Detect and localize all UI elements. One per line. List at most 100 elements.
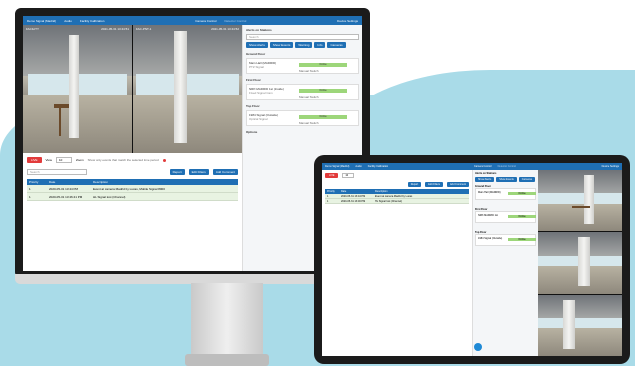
station-name: Main Hall (MADRID) bbox=[478, 191, 501, 194]
view-select[interactable]: 10 bbox=[55, 157, 72, 163]
station-card[interactable]: NRP-MADRID 1st (Inside) Fixed Signal Cam… bbox=[246, 84, 359, 100]
search-input[interactable]: Search bbox=[27, 169, 87, 175]
station-card[interactable]: Main Hall (MADRID) PTZ Signal Online Man… bbox=[246, 58, 359, 74]
events-table: Priority Date Description 1 2020-05-31 1… bbox=[27, 179, 238, 201]
topbar-item-calibration[interactable]: Facility Calibration bbox=[80, 19, 105, 23]
filter-show-events-button[interactable]: Show Events bbox=[269, 42, 294, 48]
section-options: Options bbox=[246, 130, 258, 134]
report-button[interactable]: Report bbox=[169, 169, 185, 175]
tablet-filter-row: Report Edit Filters Add Comment bbox=[322, 181, 472, 188]
tablet-topbar-site[interactable]: Demo Signal (Madrid) bbox=[325, 165, 349, 168]
view-label: View bbox=[45, 158, 52, 162]
monitor-topbar: Demo Signal (Madrid) Audio Facility Cali… bbox=[23, 16, 362, 25]
section-top-floor: Top Floor bbox=[246, 104, 260, 108]
station-card[interactable]: 1984 Signal (Outside) Online bbox=[475, 234, 536, 246]
tablet-cameras-button[interactable]: Cameras bbox=[518, 177, 535, 182]
cell-date: 2020-05-31 13:46:41 PM bbox=[49, 194, 83, 199]
station-card[interactable]: 1984 Signal (Outside) Optical Signal Onl… bbox=[246, 110, 359, 126]
tablet-col-priority[interactable]: Priority bbox=[325, 190, 341, 193]
manual-switch-toggle[interactable]: Manual Switch bbox=[299, 121, 319, 125]
camera-feed-left[interactable]: FACILITY 2021-05-31 13:44:51 bbox=[23, 25, 132, 153]
tablet-stations-panel: Alerts on Stations Show Alerts Show Even… bbox=[472, 170, 538, 356]
edit-filters-button[interactable]: Edit Filters bbox=[188, 169, 209, 175]
manual-switch-toggle[interactable]: Manual Switch bbox=[299, 69, 319, 73]
zoom-label: Zoom bbox=[75, 158, 84, 162]
filter-row: Search Report Edit Filters Add Comment bbox=[23, 165, 242, 177]
col-priority[interactable]: Priority bbox=[27, 180, 49, 184]
stations-title: Alerts on Stations bbox=[246, 28, 272, 32]
tablet-camera-column bbox=[538, 170, 622, 356]
cell-date: 2020-05-31 13:44 PM bbox=[341, 194, 366, 198]
section-ground-floor: Ground Floor bbox=[246, 52, 266, 56]
tab-camera-control[interactable]: Camera Control bbox=[195, 19, 216, 23]
status-badge: Online bbox=[508, 238, 536, 241]
tab-detector-control[interactable]: Detector Control bbox=[224, 19, 246, 23]
tablet-edit-filters-button[interactable]: Edit Filters bbox=[425, 182, 444, 187]
tablet-tab-detector-control[interactable]: Detector Control bbox=[498, 165, 516, 168]
tablet-add-comment-button[interactable]: Add Comment bbox=[447, 182, 469, 187]
monitor-screen: Demo Signal (Madrid) Audio Facility Cali… bbox=[23, 16, 362, 271]
camera-time-left: 2021-05-31 13:44:51 bbox=[101, 27, 129, 31]
station-card[interactable]: NRP-MADRID 1st Online bbox=[475, 211, 536, 223]
camera-label-right: FAC-PNT-1 bbox=[136, 27, 152, 31]
tablet-show-events-button[interactable]: Show Events bbox=[496, 177, 517, 182]
col-description[interactable]: Description bbox=[93, 180, 238, 184]
filter-warning-button[interactable]: Warning bbox=[295, 42, 313, 48]
cell-description: Event at camera Madrid by Lucas bbox=[375, 194, 413, 198]
status-badge: Online bbox=[508, 192, 536, 195]
status-badge: Online bbox=[508, 215, 536, 218]
tablet-report-button[interactable]: Report bbox=[407, 182, 422, 187]
cell-date: 2020-05-31 13:44 PM bbox=[49, 186, 79, 191]
topbar-item-site[interactable]: Demo Signal (Madrid) bbox=[27, 19, 56, 23]
status-badge: Online bbox=[299, 115, 347, 119]
tablet-topbar-calibration[interactable]: Facility Calibration bbox=[368, 165, 388, 168]
tablet-live-button[interactable]: LIVE bbox=[325, 173, 339, 178]
tablet-col-date[interactable]: Date bbox=[341, 190, 375, 193]
tablet-camera-feed-2[interactable] bbox=[538, 232, 622, 294]
tablet-topbar-audio[interactable]: Audio bbox=[355, 165, 361, 168]
camera-feed-right[interactable]: FAC-PNT-1 2021-05-31 13:44:52 bbox=[133, 25, 242, 153]
tablet-show-alerts-button[interactable]: Show Alerts bbox=[475, 177, 495, 182]
cell-priority: 1 bbox=[29, 186, 31, 191]
cell-description: Event at camera Madrid by Lucas, Mobile … bbox=[93, 186, 165, 191]
station-name: NRP-MADRID 1st bbox=[478, 214, 499, 217]
topbar-user-settings[interactable]: Device Settings bbox=[337, 19, 358, 23]
table-row[interactable]: 1 2020-05-31 13:46 PM HL Signal lost (Ch… bbox=[325, 199, 469, 204]
tablet-main: LIVE 10 Report Edit Filters Add Comment … bbox=[322, 170, 472, 356]
cell-priority: 1 bbox=[29, 194, 31, 199]
filter-info-button[interactable]: Info bbox=[314, 42, 326, 48]
tablet-col-description[interactable]: Description bbox=[375, 190, 469, 193]
floating-action-button[interactable] bbox=[474, 343, 482, 351]
tablet-camera-feed-1[interactable] bbox=[538, 170, 622, 232]
controls-row: LIVE View 10 Zoom Show only events that … bbox=[23, 153, 242, 165]
cell-priority: 1 bbox=[327, 199, 329, 203]
tablet-controls-row: LIVE 10 bbox=[322, 170, 472, 181]
cell-description: HL Signal lost (Channel) bbox=[93, 194, 126, 199]
tablet-user-settings[interactable]: Device Settings bbox=[602, 165, 619, 168]
monitor-main: FACILITY 2021-05-31 13:44:51 FAC-PNT-1 2… bbox=[23, 25, 242, 203]
cell-priority: 1 bbox=[327, 194, 329, 198]
filter-show-alerts-button[interactable]: Show Alerts bbox=[246, 42, 268, 48]
station-name: 1984 Signal (Outside) bbox=[478, 237, 503, 240]
video-area: FACILITY 2021-05-31 13:44:51 FAC-PNT-1 2… bbox=[23, 25, 242, 153]
monitor-stand bbox=[191, 283, 263, 358]
filter-hint: Show only events that match the selected… bbox=[87, 158, 159, 162]
table-row[interactable]: 1 2020-05-31 13:44 PM Event at camera Ma… bbox=[27, 185, 238, 193]
tablet-topbar: Demo Signal (Madrid) Audio Facility Cali… bbox=[322, 163, 622, 170]
topbar-item-audio[interactable]: Audio bbox=[64, 19, 72, 23]
add-comment-button[interactable]: Add Comment bbox=[212, 169, 238, 175]
tablet-view-select[interactable]: 10 bbox=[342, 173, 355, 178]
tablet-tab-camera-control[interactable]: Camera Control bbox=[474, 165, 492, 168]
col-date[interactable]: Date bbox=[49, 180, 93, 184]
tablet-camera-feed-3[interactable] bbox=[538, 294, 622, 356]
tablet-device: Demo Signal (Madrid) Audio Facility Cali… bbox=[314, 155, 630, 364]
tablet-stations-title: Alerts on Stations bbox=[475, 172, 497, 175]
live-button[interactable]: LIVE bbox=[27, 157, 42, 163]
stations-search-input[interactable]: Search bbox=[246, 34, 359, 40]
station-card[interactable]: Main Hall (MADRID) Online bbox=[475, 188, 536, 200]
camera-label-left: FACILITY bbox=[26, 27, 40, 31]
manual-switch-toggle[interactable]: Manual Switch bbox=[299, 95, 319, 99]
cell-description: HL Signal lost (Channel) bbox=[375, 199, 403, 203]
filter-cameras-button[interactable]: Cameras bbox=[327, 42, 346, 48]
table-row[interactable]: 1 2020-05-31 13:46:41 PM HL Signal lost … bbox=[27, 193, 238, 201]
